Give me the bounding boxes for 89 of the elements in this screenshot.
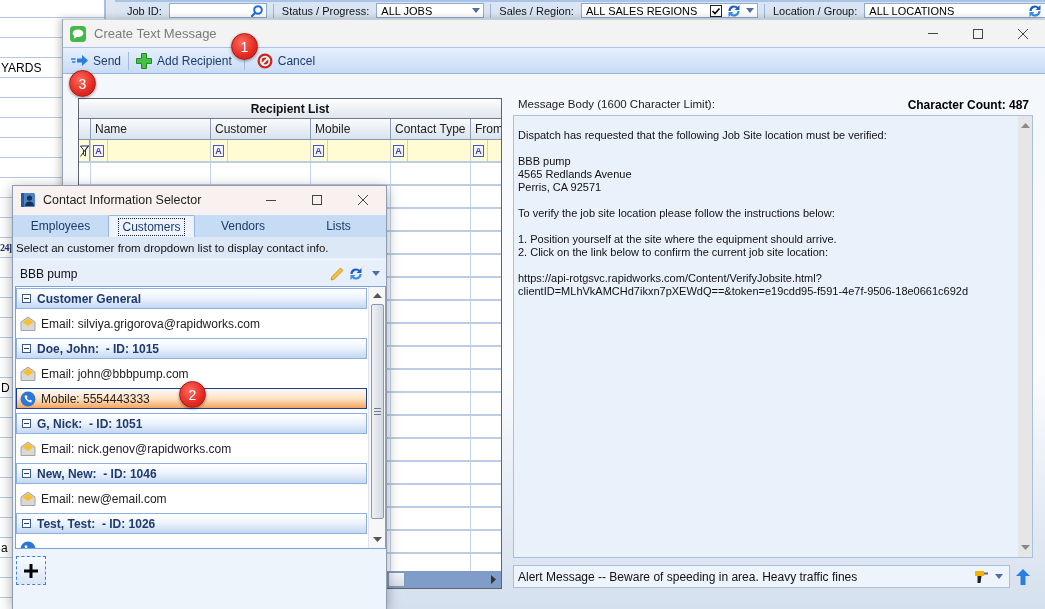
scroll-down-icon[interactable] <box>372 537 382 542</box>
collapse-icon[interactable] <box>22 344 31 353</box>
filter-label: Location / Group: <box>772 4 858 17</box>
contact-item[interactable]: Email: john@bbbpump.com <box>16 363 367 384</box>
dropdown[interactable]: ALL LOCATIONS <box>864 3 1045 18</box>
caret-icon[interactable] <box>372 271 380 276</box>
chat-bubble-icon <box>70 25 86 42</box>
envelope-icon <box>20 441 36 456</box>
filter-label: Job ID: <box>127 4 162 17</box>
drill-icon[interactable] <box>973 568 989 585</box>
group-header[interactable]: Test, Test: - ID: 1026 <box>16 513 367 534</box>
tab[interactable]: Lists <box>291 215 386 237</box>
grid-title: Recipient List <box>79 99 501 119</box>
refresh-icon[interactable] <box>1028 3 1042 18</box>
customer-dropdown[interactable]: BBB pump <box>13 261 386 286</box>
window-title: Create Text Message <box>94 26 217 41</box>
envelope-icon <box>20 366 36 381</box>
group-header[interactable]: Doe, John: - ID: 1015 <box>16 338 367 359</box>
arrow-up-icon[interactable] <box>1016 568 1030 585</box>
close-icon[interactable] <box>1017 28 1028 39</box>
dropdown[interactable]: ALL JOBS <box>376 3 485 18</box>
window-title: Contact Information Selector <box>43 193 202 207</box>
caret-icon[interactable] <box>745 8 754 13</box>
collapse-icon[interactable] <box>22 419 31 428</box>
dropdown[interactable]: ALL SALES REGIONS <box>580 3 758 18</box>
caret-icon[interactable] <box>995 574 1003 579</box>
filter-field[interactable]: A <box>390 140 470 161</box>
search-field[interactable] <box>168 3 267 18</box>
table-cell: D <box>0 380 10 395</box>
scrollbar-thumb[interactable] <box>370 304 384 519</box>
arrow-right-icon <box>71 54 88 67</box>
maximize-icon[interactable] <box>972 28 983 39</box>
scroll-up-icon[interactable] <box>372 293 382 298</box>
group-header[interactable]: Customer General <box>16 288 367 309</box>
minimize-icon[interactable] <box>266 199 276 201</box>
envelope-icon <box>20 316 36 331</box>
add-recipient-button[interactable]: Add Recipient <box>134 51 234 70</box>
plus-icon <box>136 52 153 69</box>
column-header[interactable]: Contact Type <box>390 119 470 139</box>
table-cell: a <box>0 540 8 555</box>
filter-operator-button[interactable]: A <box>213 144 224 157</box>
filter-field[interactable]: A <box>470 140 501 161</box>
filter-label: Sales / Region: <box>499 4 574 17</box>
tab[interactable]: Vendors <box>195 215 291 237</box>
refresh-icon[interactable] <box>349 266 363 281</box>
collapse-icon[interactable] <box>22 469 31 478</box>
send-button[interactable]: Send <box>69 51 124 70</box>
maximize-icon[interactable] <box>312 195 322 205</box>
filter-operator-button[interactable]: A <box>93 144 104 157</box>
filter-operator-button[interactable]: A <box>393 144 404 157</box>
group-header[interactable]: G, Nick: - ID: 1051 <box>16 413 367 434</box>
contact-book-icon <box>20 192 36 208</box>
collapse-icon[interactable] <box>22 294 31 303</box>
contact-item[interactable]: Email: new@email.com <box>16 488 367 509</box>
plus-icon <box>24 563 38 578</box>
close-icon[interactable] <box>358 195 368 205</box>
filter-field[interactable]: A <box>310 140 390 161</box>
envelope-icon <box>20 491 36 506</box>
message-body-label: Message Body (1600 Character Limit): <box>518 98 715 110</box>
minimize-icon[interactable] <box>927 33 938 34</box>
caret-icon[interactable] <box>472 8 481 13</box>
column-header[interactable]: Mobile <box>310 119 390 139</box>
filter-field[interactable]: A <box>210 140 310 161</box>
collapse-icon[interactable] <box>22 519 31 528</box>
filter-label: Status / Progress: <box>281 4 370 17</box>
filter-icon[interactable] <box>79 144 89 157</box>
tab[interactable]: Customers <box>108 215 195 237</box>
tab[interactable]: Employees <box>13 215 108 237</box>
checkbox[interactable] <box>709 4 722 17</box>
filter-operator-button[interactable]: A <box>313 144 324 157</box>
filter-operator-button[interactable]: A <box>473 144 484 157</box>
prohibited-icon <box>256 52 273 69</box>
scrollbar-thumb[interactable] <box>388 572 405 587</box>
column-header[interactable]: Customer <box>210 119 310 139</box>
search-icon[interactable] <box>250 4 263 17</box>
instruction-text: Select an customer from dropdown list to display contact info. <box>13 237 386 258</box>
table-cell: YARDS <box>0 60 42 75</box>
alert-message-dropdown[interactable]: Alert Message -- Beware of speeding in area. Heavy traffic fines <box>513 565 1010 588</box>
column-header[interactable]: Name <box>90 119 210 139</box>
add-button[interactable] <box>16 556 46 585</box>
refresh-icon[interactable] <box>726 3 741 18</box>
character-count: Character Count: 487 <box>907 98 1029 112</box>
scroll-right-icon[interactable] <box>491 575 496 584</box>
contact-item[interactable]: Email: nick.genov@rapidworks.com <box>16 438 367 459</box>
group-header[interactable]: New, New: - ID: 1046 <box>16 463 367 484</box>
filter-field[interactable]: A <box>90 140 210 161</box>
contact-item[interactable]: Email: silviya.grigorova@rapidworks.com <box>16 313 367 334</box>
table-cell: 24] <box>0 242 12 253</box>
phone-icon <box>20 390 36 407</box>
